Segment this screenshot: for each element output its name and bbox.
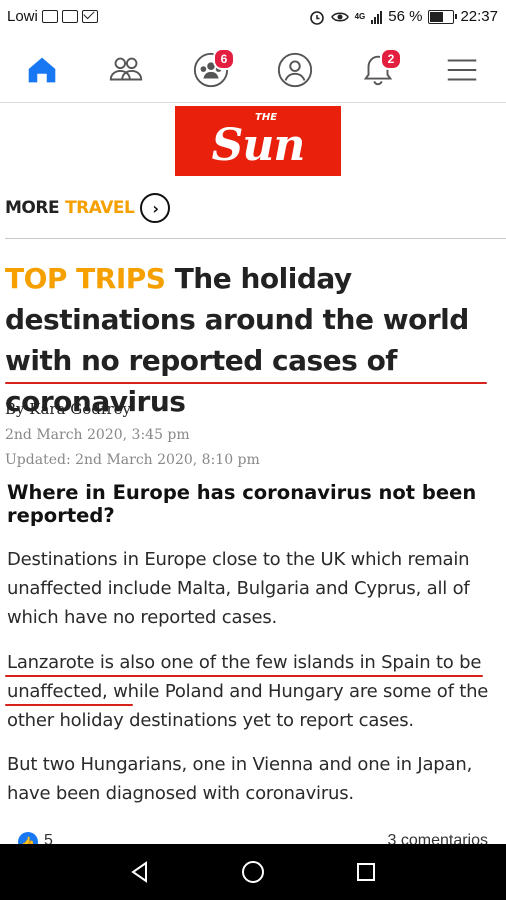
system-nav-bar	[0, 844, 506, 900]
home-button[interactable]	[233, 854, 273, 890]
back-icon	[131, 861, 147, 883]
the-sun-logo: THE Sun	[175, 106, 341, 176]
carrier-name: Lowi	[7, 8, 38, 25]
top-tab-bar: 6 2	[0, 36, 506, 137]
red-underline-line-1	[5, 675, 483, 677]
tab-groups[interactable]: 6	[181, 42, 241, 98]
tab-notifications[interactable]: 2	[348, 42, 408, 98]
gmail-notification-icon	[81, 10, 98, 23]
more-travel-link[interactable]: MORE TRAVEL ›	[5, 193, 171, 223]
profile-icon	[277, 52, 313, 88]
reactions-row: 👍 5 3 comentarios	[0, 808, 506, 852]
published-date: 2nd March 2020, 3:45 pm	[5, 427, 190, 443]
battery-percent: 56 %	[388, 8, 423, 25]
tab-home[interactable]	[12, 42, 72, 98]
clock: 22:37	[460, 8, 498, 25]
logo-sun: Sun	[211, 119, 306, 171]
image-notification-icon	[41, 10, 58, 23]
mail-notification-icon	[61, 10, 78, 23]
chevron-right-icon: ›	[140, 193, 171, 223]
article-headline: TOP TRIPS The holiday destinations aroun…	[5, 258, 505, 422]
home-circle-icon	[242, 861, 264, 883]
recents-button[interactable]	[346, 854, 386, 890]
paragraph-2: Lanzarote is also one of the few islands…	[7, 652, 489, 731]
battery-icon	[428, 9, 458, 24]
tab-menu[interactable]	[432, 42, 492, 98]
article-image: THE Sun MORE TRAVEL › TOP TRIPS The holi…	[0, 103, 506, 808]
notifications-badge: 2	[380, 48, 402, 70]
home-icon	[28, 57, 56, 83]
section-name: TRAVEL	[65, 198, 135, 218]
signal-icon	[371, 10, 383, 24]
tab-profile[interactable]	[265, 42, 325, 98]
logo-the: THE	[255, 112, 278, 123]
groups-badge: 6	[213, 48, 235, 70]
friends-icon	[109, 57, 143, 81]
network-type: 4G	[354, 11, 366, 21]
headline-kicker: TOP TRIPS	[5, 262, 166, 295]
section-prefix: MORE	[5, 198, 60, 218]
eye-comfort-icon	[330, 12, 349, 21]
back-button[interactable]	[120, 854, 160, 890]
alarm-icon	[309, 10, 324, 25]
recents-icon	[357, 863, 375, 881]
author-byline: By Kara Godfrey	[5, 400, 131, 418]
paragraph-3: But two Hungarians, one in Vienna and on…	[7, 754, 473, 804]
hamburger-icon	[447, 59, 477, 81]
tab-friends[interactable]	[96, 42, 156, 98]
red-underline-line-2	[5, 704, 133, 706]
section-divider	[5, 238, 506, 239]
updated-date: Updated: 2nd March 2020, 8:10 pm	[5, 452, 260, 468]
paragraph-1: Destinations in Europe close to the UK w…	[7, 549, 470, 628]
headline-red-underline	[5, 382, 487, 384]
status-bar: Lowi 4G 56 % 22:37	[0, 0, 506, 36]
article-subheading: Where in Europe has coronavirus not been…	[7, 481, 477, 527]
